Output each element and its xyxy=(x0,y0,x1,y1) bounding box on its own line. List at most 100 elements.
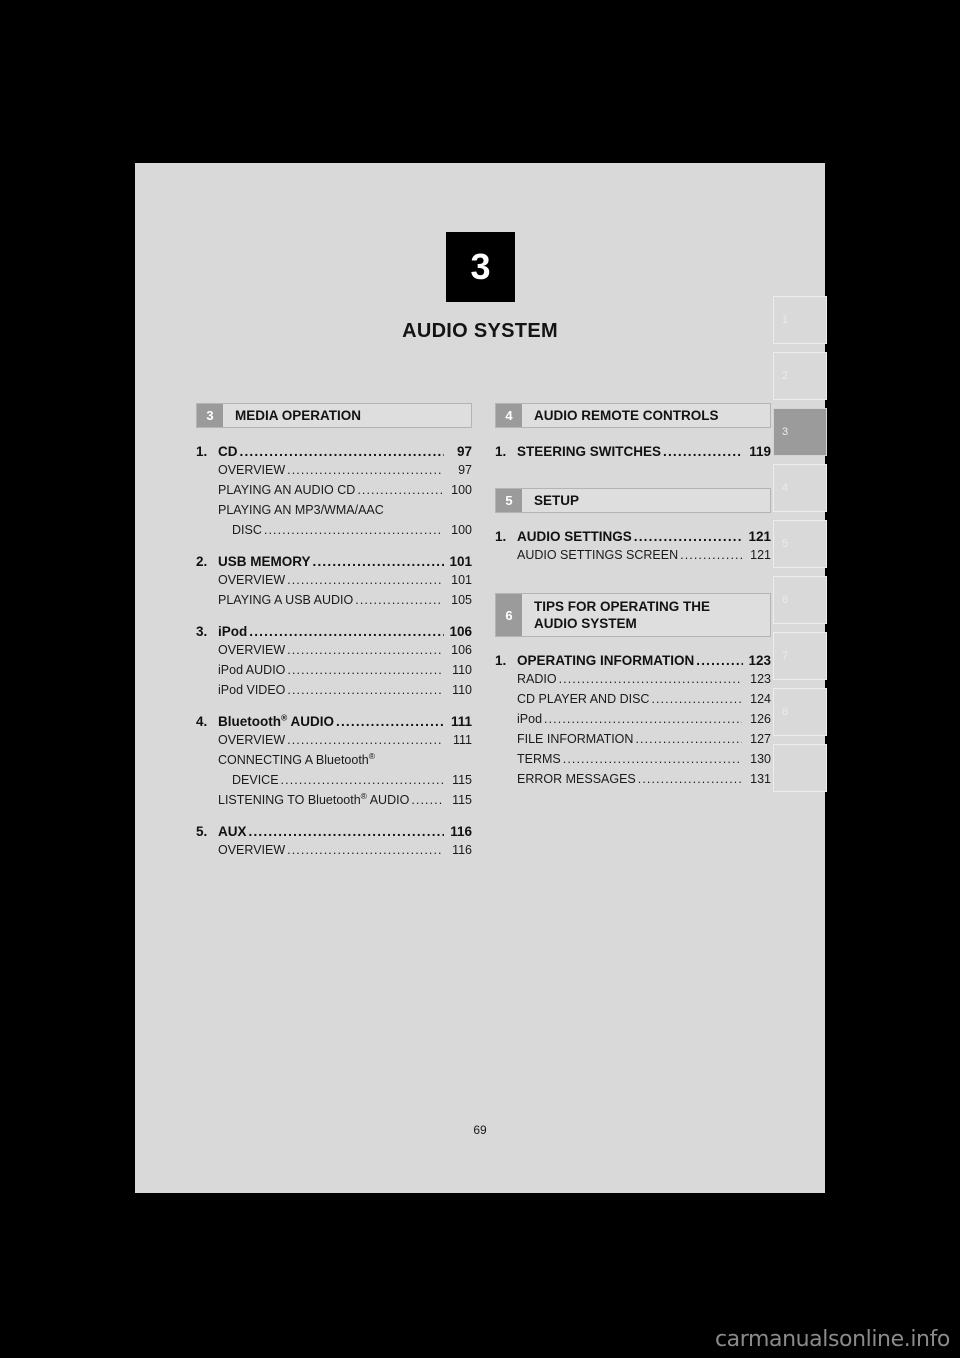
toc-entry-title: AUX xyxy=(218,824,247,839)
toc-subentry[interactable]: DEVICE..................................… xyxy=(196,770,472,790)
section-header: 4 AUDIO REMOTE CONTROLS xyxy=(495,403,771,428)
toc-subentry[interactable]: iPod....................................… xyxy=(495,709,771,729)
toc-subentry[interactable]: CONNECTING A Bluetooth® xyxy=(196,750,472,770)
chapter-tab-4[interactable]: 4 xyxy=(773,464,827,512)
toc-leader-dots: ........................................… xyxy=(562,752,742,766)
toc-subentry[interactable]: AUDIO SETTINGS SCREEN...................… xyxy=(495,545,771,565)
toc-subentry-title: DEVICE xyxy=(232,773,279,787)
toc-subentry-title: PLAYING A USB AUDIO xyxy=(218,593,354,607)
toc-subentry[interactable]: PLAYING AN MP3/WMA/AAC xyxy=(196,500,472,520)
chapter-tab-7[interactable]: 7 xyxy=(773,632,827,680)
toc-subentry-page: 121 xyxy=(750,548,771,562)
chapter-number-label: 3 xyxy=(470,246,491,287)
toc-subentry-page: 100 xyxy=(451,523,472,537)
chapter-tab-3[interactable]: 3 xyxy=(773,408,827,456)
toc-subentry[interactable]: OVERVIEW................................… xyxy=(196,460,472,480)
toc-subentry[interactable]: ERROR MESSAGES..........................… xyxy=(495,769,771,789)
toc-leader-dots: ........................................… xyxy=(663,444,743,459)
toc-entry-title: iPod xyxy=(218,624,248,639)
toc-leader-dots: ........................................… xyxy=(280,773,443,787)
chapter-tab-blank[interactable] xyxy=(773,744,827,792)
toc-entry[interactable]: 1. CD....................................… xyxy=(196,444,472,459)
toc-entry[interactable]: 3. iPod..................................… xyxy=(196,624,472,639)
toc-entry-page: 101 xyxy=(449,554,472,569)
toc-entry[interactable]: 1. OPERATING INFORMATION.................… xyxy=(495,653,771,668)
toc-subentry[interactable]: TERMS...................................… xyxy=(495,749,771,769)
toc-subentry[interactable]: CD PLAYER AND DISC......................… xyxy=(495,689,771,709)
toc-entry[interactable]: 4. Bluetooth® AUDIO......................… xyxy=(196,713,472,729)
toc-entry[interactable]: 5. AUX...................................… xyxy=(196,824,472,839)
toc-entry[interactable]: 2. USB MEMORY............................… xyxy=(196,554,472,569)
toc-subentry-title: PLAYING AN AUDIO CD xyxy=(218,483,356,497)
toc-subentry-title: LISTENING TO Bluetooth® AUDIO xyxy=(218,790,410,807)
toc-entry-index: 1. xyxy=(495,444,507,459)
chapter-tab-label: 2 xyxy=(782,370,789,382)
toc-entry-page: 97 xyxy=(456,444,472,459)
toc-subentry-title: TERMS xyxy=(517,752,561,766)
toc-subentry-title: CD PLAYER AND DISC xyxy=(517,692,650,706)
toc-leader-dots: ........................................… xyxy=(336,714,444,729)
section-title: TIPS FOR OPERATING THE AUDIO SYSTEM xyxy=(534,598,711,631)
toc-leader-dots: ........................................… xyxy=(633,529,743,544)
toc-leader-dots: ........................................… xyxy=(411,793,443,807)
toc-subentry-title: ERROR MESSAGES xyxy=(517,772,636,786)
page-number: 69 xyxy=(473,1123,487,1137)
chapter-tab-1[interactable]: 1 xyxy=(773,296,827,344)
toc-subentry[interactable]: LISTENING TO Bluetooth® AUDIO...........… xyxy=(196,790,472,810)
chapter-tab-8[interactable]: 8 xyxy=(773,688,827,736)
toc-entry-title: AUDIO SETTINGS xyxy=(517,529,632,544)
toc-subentry[interactable]: RADIO...................................… xyxy=(495,669,771,689)
toc-subentry[interactable]: iPod VIDEO..............................… xyxy=(196,680,472,700)
section-title: MEDIA OPERATION xyxy=(235,407,362,423)
section-number-badge: 4 xyxy=(496,404,522,427)
chapter-tab-label: 1 xyxy=(782,314,789,326)
toc-subentry[interactable]: PLAYING A USB AUDIO.....................… xyxy=(196,590,472,610)
toc-entry-index: 1. xyxy=(196,444,208,459)
toc-leader-dots: ........................................… xyxy=(357,483,443,497)
toc-subentry-title: iPod AUDIO xyxy=(218,663,286,677)
toc-subentry[interactable]: OVERVIEW................................… xyxy=(196,640,472,660)
screenshot-root: 3 AUDIO SYSTEM 3 MEDIA OPERATION 1. CD.....… xyxy=(0,0,960,1358)
toc-subentry[interactable]: DISC....................................… xyxy=(196,520,472,540)
section-header: 6 TIPS FOR OPERATING THE AUDIO SYSTEM xyxy=(495,593,771,637)
toc-entry-index: 5. xyxy=(196,824,208,839)
toc-leader-dots: ........................................… xyxy=(637,772,742,786)
toc-entry-index: 1. xyxy=(495,529,507,544)
toc-entry[interactable]: 1. AUDIO SETTINGS........................… xyxy=(495,529,771,544)
chapter-tab-label: 7 xyxy=(782,650,789,662)
toc-entry-page: 119 xyxy=(749,444,771,459)
toc-subentry-page: 111 xyxy=(452,733,472,747)
section-number-badge: 5 xyxy=(496,489,522,512)
toc-entry[interactable]: 1. STEERING SWITCHES.....................… xyxy=(495,444,771,459)
section-number-badge: 6 xyxy=(496,594,522,636)
toc-subentry[interactable]: OVERVIEW................................… xyxy=(196,570,472,590)
toc-leader-dots: ........................................… xyxy=(248,824,444,839)
toc-subentry-page: 115 xyxy=(452,773,472,787)
manual-page: 3 AUDIO SYSTEM 3 MEDIA OPERATION 1. CD.....… xyxy=(135,163,825,1193)
chapter-tab-2[interactable]: 2 xyxy=(773,352,827,400)
toc-subentry[interactable]: OVERVIEW................................… xyxy=(196,840,472,860)
toc-leader-dots: ........................................… xyxy=(287,573,443,587)
toc-subentry-title: RADIO xyxy=(517,672,557,686)
chapter-tab-label: 5 xyxy=(782,538,789,550)
toc-subentry-title: DISC xyxy=(232,523,262,537)
toc-subentry-title: OVERVIEW xyxy=(218,843,286,857)
chapter-number-badge: 3 xyxy=(446,232,515,302)
toc-leader-dots: ........................................… xyxy=(696,653,743,668)
toc-subentry-page: 97 xyxy=(458,463,472,477)
chapter-tab-label: 3 xyxy=(782,426,789,438)
toc-entry-index: 1. xyxy=(495,653,507,668)
chapter-tab-6[interactable]: 6 xyxy=(773,576,827,624)
toc-subentry-page: 126 xyxy=(750,712,771,726)
toc-subentry[interactable]: PLAYING AN AUDIO CD.....................… xyxy=(196,480,472,500)
toc-subentry-title: OVERVIEW xyxy=(218,573,286,587)
toc-entry-title: CD xyxy=(218,444,238,459)
toc-subentry[interactable]: iPod AUDIO..............................… xyxy=(196,660,472,680)
toc-entry-page: 111 xyxy=(450,714,472,729)
toc-leader-dots: ........................................… xyxy=(287,733,443,747)
chapter-tab-5[interactable]: 5 xyxy=(773,520,827,568)
toc-subentry[interactable]: FILE INFORMATION........................… xyxy=(495,729,771,749)
toc-entry-title: OPERATING INFORMATION xyxy=(517,653,695,668)
toc-subentry[interactable]: OVERVIEW................................… xyxy=(196,730,472,750)
